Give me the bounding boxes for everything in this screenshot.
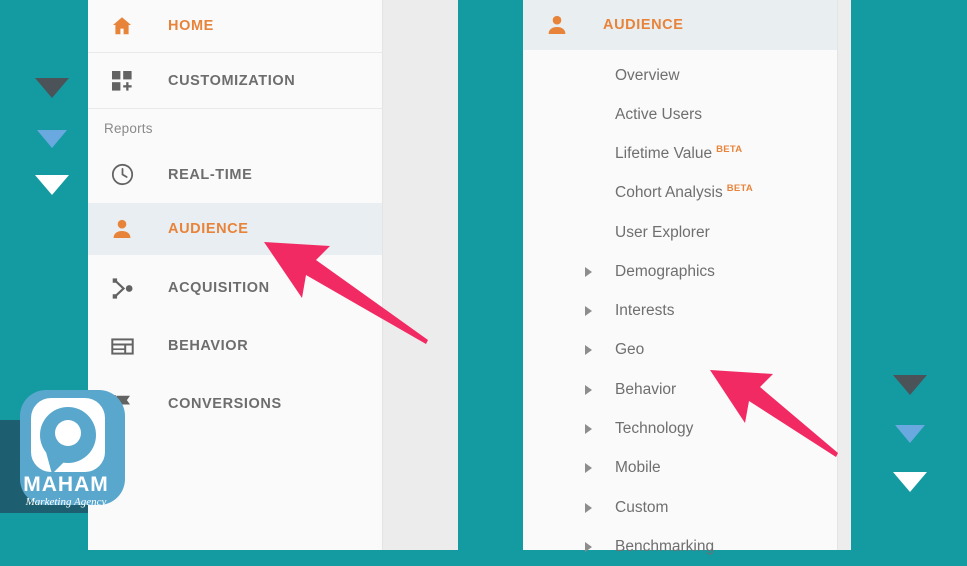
submenu-item-label: Mobile bbox=[615, 458, 661, 476]
acquisition-icon bbox=[104, 276, 140, 301]
chevron-right-icon bbox=[585, 384, 592, 395]
screenshot-root: HOME CUSTOMIZATION Reports REAL-TIME AUD… bbox=[0, 0, 967, 555]
annotation-arrow-geo bbox=[710, 370, 838, 457]
triangle-white-icon-right[interactable] bbox=[893, 472, 927, 492]
submenu-header-label: AUDIENCE bbox=[603, 17, 684, 33]
logo-tagline: Marketing Agency bbox=[25, 496, 107, 508]
triangle-dark-icon-left[interactable] bbox=[35, 78, 69, 98]
geo-highlight-box bbox=[537, 325, 694, 373]
beta-badge: BETA bbox=[716, 143, 743, 155]
home-icon bbox=[104, 14, 140, 38]
chevron-right-icon bbox=[585, 541, 592, 552]
submenu-item-label: Overview bbox=[615, 66, 680, 84]
maham-logo: MAHAM Marketing Agency bbox=[0, 390, 125, 513]
submenu-item-label: Custom bbox=[615, 498, 669, 516]
behavior-icon bbox=[104, 334, 140, 359]
submenu-item-active-users[interactable]: Active Users bbox=[523, 95, 838, 134]
right-gutter-strip bbox=[838, 0, 851, 550]
submenu-item-label: Demographics bbox=[615, 262, 715, 280]
sidebar-item-label-conversions: CONVERSIONS bbox=[168, 396, 282, 412]
triangle-blue-icon-left[interactable] bbox=[37, 130, 67, 148]
submenu-header-audience[interactable]: AUDIENCE bbox=[523, 0, 838, 50]
submenu-item-overview[interactable]: Overview bbox=[523, 56, 838, 95]
sidebar-item-label-home: HOME bbox=[168, 18, 214, 34]
submenu-item-label: Behavior bbox=[615, 380, 677, 398]
submenu-item-demographics[interactable]: Demographics bbox=[523, 252, 838, 291]
submenu-item-label: Lifetime Value BETA bbox=[615, 144, 742, 163]
divider bbox=[88, 108, 383, 109]
sidebar-item-label-acquisition: ACQUISITION bbox=[168, 280, 270, 296]
person-icon bbox=[539, 13, 575, 37]
triangle-blue-icon-right[interactable] bbox=[895, 425, 925, 443]
submenu-item-label: Active Users bbox=[615, 105, 702, 123]
submenu-item-custom[interactable]: Custom bbox=[523, 488, 838, 527]
triangle-white-icon-left[interactable] bbox=[35, 175, 69, 195]
submenu-item-label: Benchmarking bbox=[615, 537, 715, 555]
chevron-right-icon bbox=[585, 502, 592, 513]
submenu-item-label: Interests bbox=[615, 301, 675, 319]
sidebar-item-customization[interactable]: CUSTOMIZATION bbox=[88, 53, 383, 108]
beta-badge: BETA bbox=[726, 182, 754, 194]
chevron-right-icon bbox=[585, 305, 592, 316]
submenu-item-user-explorer[interactable]: User Explorer bbox=[523, 213, 838, 252]
sidebar-item-home[interactable]: HOME bbox=[88, 0, 383, 52]
submenu-item-lifetime-value[interactable]: Lifetime Value BETA bbox=[523, 134, 838, 173]
submenu-item-text: Lifetime Value bbox=[615, 145, 713, 163]
submenu-item-benchmarking[interactable]: Benchmarking bbox=[523, 527, 838, 566]
annotation-arrow-audience bbox=[264, 242, 428, 344]
chevron-right-icon bbox=[585, 462, 592, 473]
submenu-item-label: User Explorer bbox=[615, 223, 710, 241]
person-icon bbox=[104, 217, 140, 241]
sidebar-item-real-time[interactable]: REAL-TIME bbox=[88, 146, 383, 203]
submenu-item-text: Cohort Analysis bbox=[615, 184, 723, 202]
audience-submenu-panel: AUDIENCE Overview Active Users Lifetime … bbox=[523, 0, 838, 555]
logo-wordmark: MAHAM bbox=[23, 473, 108, 496]
clock-icon bbox=[104, 162, 140, 187]
sidebar-item-label-real-time: REAL-TIME bbox=[168, 166, 253, 183]
reports-section-label: Reports bbox=[104, 121, 153, 136]
chevron-right-icon bbox=[585, 423, 592, 434]
submenu-item-cohort-analysis[interactable]: Cohort Analysis BETA bbox=[523, 173, 838, 212]
chevron-right-icon bbox=[585, 266, 592, 277]
sidebar-item-label-audience: AUDIENCE bbox=[168, 221, 249, 237]
sidebar-item-label-behavior: BEHAVIOR bbox=[168, 338, 249, 354]
triangle-dark-icon-right[interactable] bbox=[893, 375, 927, 395]
submenu-item-label: Cohort Analysis BETA bbox=[615, 183, 753, 202]
submenu-item-label: Technology bbox=[615, 419, 694, 437]
sidebar-item-label-customization: CUSTOMIZATION bbox=[168, 72, 296, 89]
customization-icon bbox=[104, 69, 140, 93]
